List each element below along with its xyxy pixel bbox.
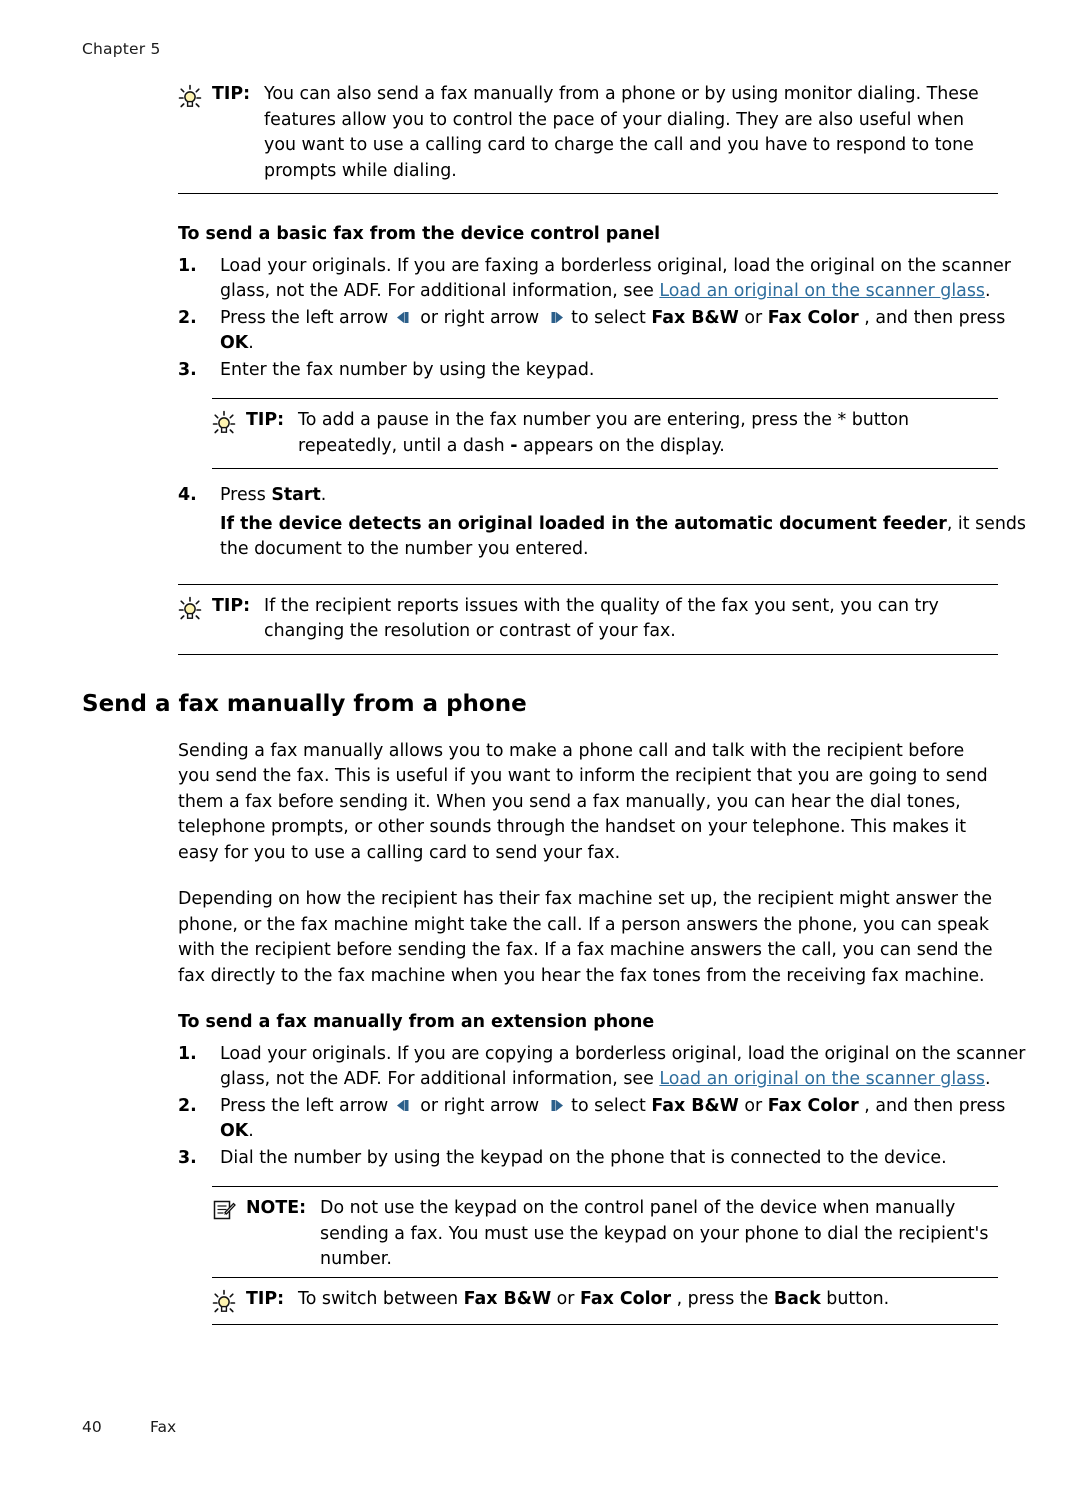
tip4-bold-c: Back	[773, 1288, 821, 1309]
step-number: 1.	[178, 255, 197, 276]
step-item: 1. Load your originals. If you are copyin…	[178, 1042, 1038, 1093]
step-item: 2. Press the left arrow or right arrow to…	[178, 1094, 1038, 1145]
section1-steps-cont: 4. Press Start. If the device detects an …	[178, 483, 1026, 563]
tip4-bold-a: Fax B&W	[463, 1288, 552, 1309]
tip-callout-3: TIP: If the recipient reports issues wit…	[178, 583, 998, 655]
step-item: 3. Enter the fax number by using the keyp…	[178, 358, 1038, 384]
step-number: 2.	[178, 307, 197, 328]
section2-paragraph-2: Depending on how the recipient has their…	[178, 889, 993, 986]
tip4-text-a: To switch between	[298, 1288, 464, 1309]
step-text: .	[248, 333, 254, 353]
left-arrow-button-icon	[396, 1098, 413, 1113]
note-pencil-icon	[212, 1196, 246, 1222]
link-load-original-2[interactable]: Load an original on the scanner glass	[659, 1069, 985, 1089]
chapter-header: Chapter 5	[82, 40, 161, 58]
footer-section: Fax	[150, 1418, 177, 1436]
step-bold: OK	[220, 333, 249, 353]
step-text: , and then press	[858, 1095, 1006, 1116]
tip-text-4: To switch between Fax B&W or Fax Color ,…	[298, 1287, 998, 1313]
step-bold: Fax B&W	[651, 307, 739, 328]
step-item: 1. Load your originals. If you are faxing…	[178, 254, 1038, 305]
step-bold: Fax B&W	[651, 1095, 739, 1116]
step-item: 3. Dial the number by using the keypad on…	[178, 1146, 1038, 1172]
tip2-text-b: appears on the display.	[517, 435, 725, 456]
note-label-1: NOTE:	[246, 1198, 307, 1218]
tip4-text-c: , press the	[671, 1288, 774, 1309]
step-number: 2.	[178, 1095, 197, 1116]
step-text: .	[320, 485, 327, 505]
lightbulb-icon	[212, 408, 246, 436]
section1-steps: 1. Load your originals. If you are faxing…	[178, 254, 1011, 384]
tip-label-3: TIP:	[212, 595, 251, 616]
document-page: Chapter 5 TIP: You can also send a fax m…	[0, 0, 1080, 1495]
lightbulb-icon	[178, 82, 212, 110]
section2-paragraph-1: Sending a fax manually allows you to mak…	[178, 740, 988, 863]
lightbulb-icon	[212, 1287, 246, 1315]
section2-sub-heading: To send a fax manually from an extension…	[178, 1012, 655, 1032]
step-bold: Fax Color	[767, 307, 859, 328]
left-arrow-button-icon	[396, 310, 413, 325]
tip4-text-d: button.	[820, 1288, 890, 1309]
step-number: 3.	[178, 1147, 197, 1168]
step-bold: Fax Color	[767, 1095, 859, 1116]
step-item: 4. Press Start. If the device detects an …	[178, 483, 1038, 563]
step-text: , and then press	[858, 307, 1006, 328]
tip-label-2: TIP:	[246, 410, 285, 430]
link-load-original-1[interactable]: Load an original on the scanner glass	[659, 281, 985, 301]
step-text: or	[738, 1095, 768, 1116]
step-number: 1.	[178, 1043, 197, 1064]
section2-steps: 1. Load your originals. If you are copyin…	[178, 1042, 1025, 1172]
tip-callout-1: TIP: You can also send a fax manually fr…	[178, 82, 998, 194]
section2-heading: Send a fax manually from a phone	[82, 690, 527, 717]
page-content: TIP: You can also send a fax manually fr…	[82, 82, 1026, 1325]
step-text: Dial the number by using the keypad on t…	[220, 1147, 947, 1168]
lightbulb-icon	[178, 594, 212, 622]
tip-callout-2: TIP: To add a pause in the fax number yo…	[212, 398, 998, 469]
step-text: Press the left arrow	[220, 307, 394, 328]
tip4-bold-b: Fax Color	[580, 1288, 672, 1309]
note-text-1: Do not use the keypad on the control pan…	[320, 1198, 989, 1269]
tip4-text-b: or	[551, 1288, 580, 1309]
step-text: .	[248, 1121, 254, 1141]
step-text: Press the left arrow	[220, 1095, 394, 1116]
step-text: Press	[220, 485, 272, 505]
step-text-tail: .	[984, 281, 991, 301]
right-arrow-button-icon	[547, 310, 564, 325]
right-arrow-button-icon	[547, 1098, 564, 1113]
footer-page-number: 40	[82, 1418, 102, 1436]
step-sub-bold: If the device detects an original loaded…	[220, 513, 947, 534]
step-text: or right arrow	[414, 1095, 545, 1116]
tip-label-1: TIP:	[212, 84, 251, 104]
tip-callout-4: TIP: To switch between Fax B&W or Fax Co…	[212, 1276, 998, 1325]
note-callout-1: NOTE: Do not use the keypad on the contr…	[212, 1186, 998, 1277]
step-text-tail: .	[984, 1069, 991, 1089]
step-text: or right arrow	[414, 307, 545, 328]
tip-label-4: TIP:	[246, 1288, 285, 1309]
tip-text-2: To add a pause in the fax number you are…	[298, 408, 998, 459]
step-bold: OK	[220, 1121, 249, 1141]
step-number: 3.	[178, 359, 197, 380]
step-text: to select	[565, 1095, 652, 1116]
tip-text-1: You can also send a fax manually from a …	[264, 84, 979, 181]
step-item: 2. Press the left arrow or right arrow to…	[178, 306, 1038, 357]
tip-text-3: If the recipient reports issues with the…	[264, 595, 939, 642]
step-bold: Start	[271, 485, 321, 505]
page-footer: 40 Fax	[82, 1418, 176, 1436]
section1-heading: To send a basic fax from the device cont…	[178, 224, 661, 244]
step-text: Enter the fax number by using the keypad…	[220, 359, 595, 380]
step-text: or	[738, 307, 768, 328]
step-number: 4.	[178, 485, 197, 505]
step-text: to select	[565, 307, 652, 328]
